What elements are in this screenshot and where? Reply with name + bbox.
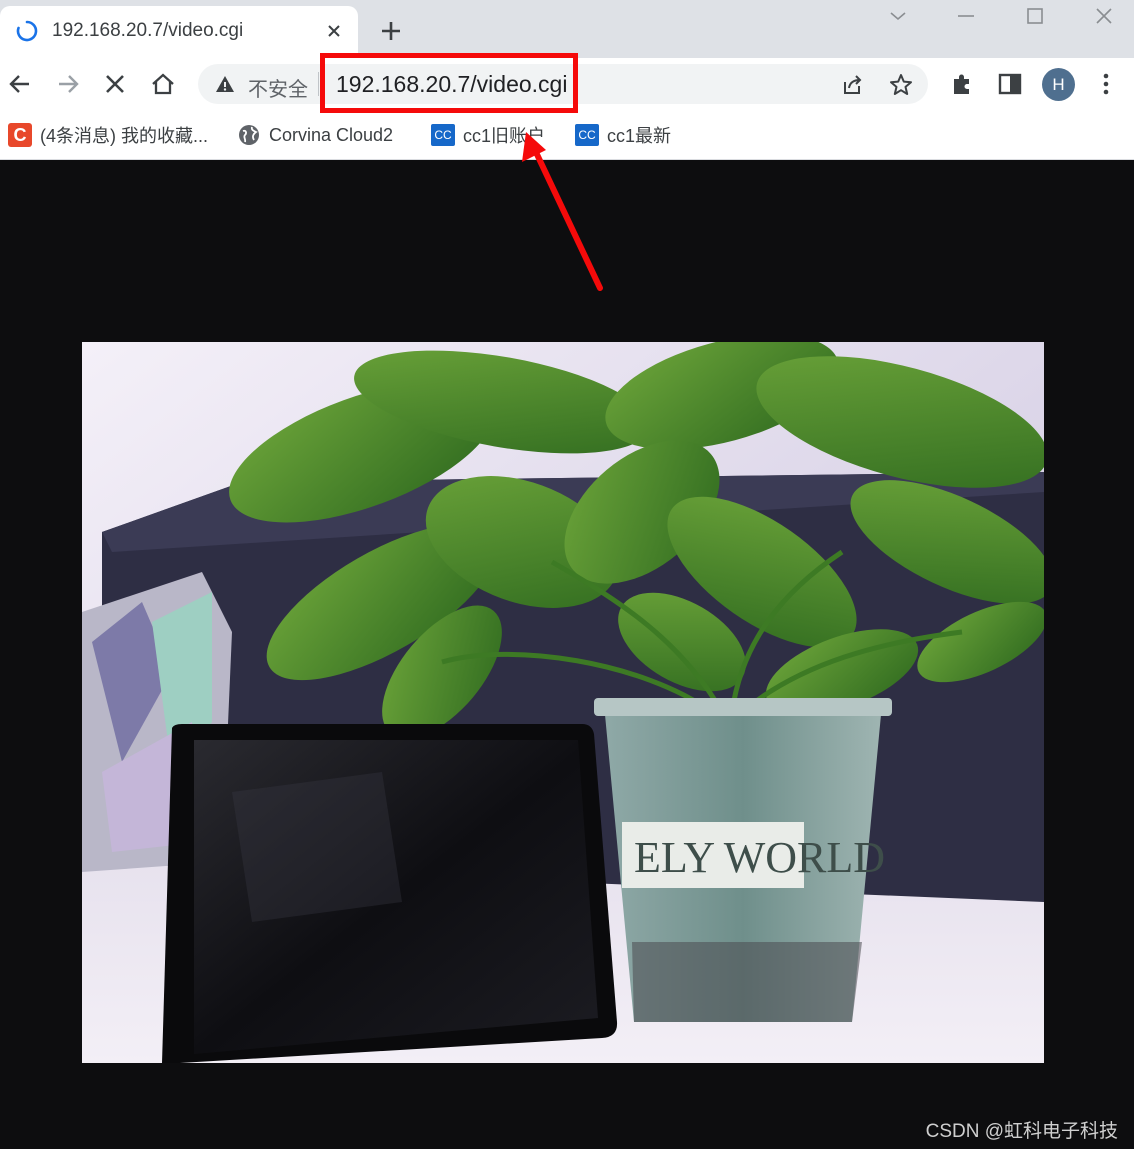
bookmark-label: (4条消息) 我的收藏...	[40, 126, 209, 146]
cc-favicon-icon: CC	[431, 124, 455, 146]
back-icon[interactable]	[6, 70, 34, 98]
extensions-icon[interactable]	[948, 70, 976, 98]
tab-title: 192.168.20.7/video.cgi	[52, 20, 244, 41]
bookmark-item-corvina[interactable]: Corvina Cloud2	[237, 122, 393, 148]
security-status[interactable]: 不安全	[248, 73, 308, 102]
browser-tab[interactable]: 192.168.20.7/video.cgi	[0, 6, 358, 58]
tab-strip: 192.168.20.7/video.cgi	[0, 0, 1134, 58]
minimize-icon[interactable]	[954, 4, 978, 28]
pot-label-text: ELY WORLD	[634, 833, 885, 882]
camera-frame-image: ELY WORLD	[82, 342, 1044, 1063]
side-panel-icon[interactable]	[996, 70, 1024, 98]
bookmark-label: Corvina Cloud2	[269, 124, 394, 145]
home-icon[interactable]	[149, 70, 177, 98]
forward-icon[interactable]	[54, 70, 82, 98]
camera-video-stream: ELY WORLD	[82, 342, 1044, 1063]
stop-loading-icon[interactable]	[101, 70, 129, 98]
new-tab-icon[interactable]	[378, 18, 404, 44]
share-icon[interactable]	[839, 72, 865, 98]
profile-avatar[interactable]: H	[1042, 68, 1075, 101]
divider	[318, 72, 319, 96]
more-menu-icon[interactable]	[1092, 70, 1120, 98]
bookmark-star-icon[interactable]	[888, 72, 914, 98]
loading-spinner-icon	[16, 20, 38, 42]
close-tab-icon[interactable]	[322, 19, 346, 43]
url-highlight-box	[320, 53, 578, 113]
watermark-text: CSDN @虹科电子科技	[925, 1121, 1118, 1142]
globe-icon	[239, 125, 259, 145]
close-window-icon[interactable]	[1092, 4, 1116, 28]
csdn-favicon-icon: C	[8, 123, 32, 147]
red-arrow-icon	[522, 132, 603, 291]
bookmark-item-csdn[interactable]: C (4条消息) 我的收藏...	[8, 122, 208, 148]
maximize-icon[interactable]	[1023, 4, 1047, 28]
warning-icon[interactable]	[214, 73, 236, 95]
chevron-down-icon[interactable]	[886, 4, 910, 28]
